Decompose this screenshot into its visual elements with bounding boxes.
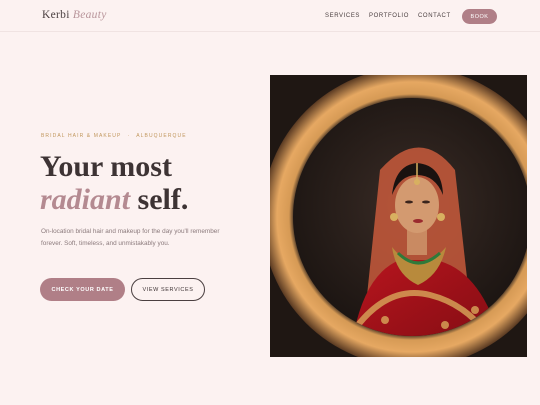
book-button[interactable]: BOOK	[462, 9, 497, 24]
eyebrow-location: ALBUQUERQUE	[136, 133, 187, 139]
view-services-button[interactable]: VIEW SERVICES	[131, 278, 205, 301]
check-date-button[interactable]: CHECK YOUR DATE	[40, 278, 125, 301]
eyebrow-separator: ·	[127, 133, 131, 139]
nav-link-services[interactable]: SERVICES	[325, 13, 360, 19]
nav-link-contact[interactable]: CONTACT	[418, 13, 451, 19]
hero-headline: Your most radiant self.	[40, 150, 188, 216]
logo[interactable]: Kerbi Beauty	[42, 9, 107, 21]
nav-link-portfolio[interactable]: PORTFOLIO	[369, 13, 409, 19]
hero-photo	[270, 75, 527, 357]
logo-accent: Beauty	[72, 9, 107, 21]
headline-emphasis: radiant	[40, 183, 131, 216]
eyebrow-service: BRIDAL HAIR & MAKEUP	[41, 133, 122, 139]
headline-rest: self.	[130, 183, 189, 216]
headline-line-1: Your most	[40, 150, 172, 183]
site-header: Kerbi Beauty SERVICES PORTFOLIO CONTACT …	[0, 0, 540, 32]
hero-eyebrow: BRIDAL HAIR & MAKEUP · ALBUQUERQUE	[41, 133, 187, 139]
hero-subtext: On-location bridal hair and makeup for t…	[41, 228, 220, 247]
logo-main: Kerbi	[42, 9, 70, 21]
bride-photo-illustration	[270, 75, 527, 357]
